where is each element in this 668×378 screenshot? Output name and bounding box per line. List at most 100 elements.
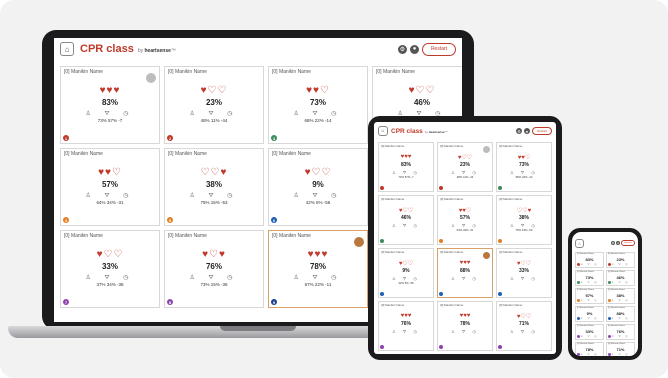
- metric-values: 68% 22% -14: [304, 118, 332, 123]
- manikin-name: [0] Manikin Name: [64, 69, 103, 75]
- profile-icon[interactable]: ●: [616, 241, 620, 245]
- station-badge: [498, 186, 502, 190]
- metric-icons: ♙ ⛛ ◷: [580, 317, 599, 320]
- manikin-card[interactable]: [0] Manikin Name 57% ♙ ⛛ ◷: [575, 288, 604, 304]
- app-title: CPR class: [391, 127, 423, 135]
- score-percent: 9%: [312, 180, 324, 189]
- metric-icons: ♙ ⛛ ◷: [611, 281, 630, 284]
- metric-values: 67% 22% -11: [304, 282, 332, 287]
- score-percent: 88%: [616, 311, 625, 316]
- metric-values: 75% 15% -53: [200, 200, 228, 205]
- manikin-card[interactable]: [0] Manikin Name 23% ♙ ⛛ ◷: [606, 252, 635, 268]
- manikin-card[interactable]: [0] Manikin Name 76% ♙ ⛛ ◷: [606, 324, 635, 340]
- metric-icons: ♙ ⛛ ◷: [293, 193, 343, 199]
- settings-icon[interactable]: ⚙: [611, 241, 615, 245]
- metric-icons: ♙ ⛛ ◷: [611, 317, 630, 320]
- metric-icons: ♙ ⛛ ◷: [189, 193, 239, 199]
- station-badge: [608, 263, 611, 266]
- manikin-card[interactable]: [0] Manikin Name ♥♥♡ 73% ♙ ⛛ ◷ 68% 22% -14 3: [268, 66, 368, 144]
- manikin-card[interactable]: [0] Manikin Name 38% ♙ ⛛ ◷: [606, 288, 635, 304]
- manikin-name: [0] Manikin Name: [577, 289, 595, 291]
- header-actions: ⚙ ● Restart: [611, 240, 635, 246]
- manikin-name: [0] Manikin Name: [608, 289, 626, 291]
- score-percent: 76%: [205, 262, 222, 271]
- manikin-card[interactable]: [0] Manikin Name ♥♥♡ 57% ♙ ⛛ ◷ 64% 34% -31: [437, 195, 493, 245]
- manikin-card[interactable]: [0] Manikin Name ♥♡♡ 9% ♙ ⛛ ◷ 42% 5% -56 6: [268, 148, 368, 226]
- metric-values: 73% 57% -7: [97, 118, 123, 123]
- app-header: ⌂ ⚙ ● Restart: [572, 236, 638, 250]
- score-percent: 46%: [413, 98, 430, 107]
- home-logo-icon[interactable]: ⌂: [60, 42, 74, 56]
- manikin-card[interactable]: [0] Manikin Name 88% ♙ ⛛ ◷: [606, 306, 635, 322]
- manikin-card[interactable]: [0] Manikin Name ♥♡♡ 33% ♙ ⛛ ◷: [496, 248, 552, 298]
- manikin-card[interactable]: [0] Manikin Name 78% ♙ ⛛ ◷: [575, 342, 604, 356]
- manikin-card[interactable]: [0] Manikin Name ♡♡♥ 38% ♙ ⛛ ◷ 75% 15% -53: [496, 195, 552, 245]
- station-badge: 6: [271, 217, 277, 223]
- manikin-card[interactable]: [0] Manikin Name ♥♡♡ 23% ♙ ⛛ ◷ 48% 11% -44: [437, 142, 493, 192]
- app-header: ⌂ CPR class by heartsense™ ⚙ ● Restart: [54, 38, 462, 60]
- manikin-card[interactable]: [0] Manikin Name ♥♥♡ 57% ♙ ⛛ ◷ 64% 34% -31 4: [60, 148, 160, 226]
- manikin-card[interactable]: [0] Manikin Name ♥♡♥ 76% ♙ ⛛ ◷ 73% 15% -36 8: [164, 230, 264, 308]
- manikin-card[interactable]: [0] Manikin Name ♥♥♥ 76% ♙ ⛛ ◷: [378, 301, 434, 351]
- station-badge: [608, 335, 611, 338]
- score-percent: 46%: [616, 275, 625, 280]
- heart-rating-icons: ♥♡♡: [304, 167, 332, 178]
- settings-icon[interactable]: ⚙: [516, 128, 522, 134]
- manikin-card[interactable]: [0] Manikin Name ♥♡♡ 33% ♙ ⛛ ◷ 37% 34% -38 7: [60, 230, 160, 308]
- metric-icons: ♙ ⛛ ◷: [510, 329, 538, 334]
- manikin-card[interactable]: [0] Manikin Name ♥♡♡ 9% ♙ ⛛ ◷ 42% 5% -56: [378, 248, 434, 298]
- station-badge: [577, 353, 580, 356]
- station-badge: 4: [63, 217, 69, 223]
- station-badge: [608, 317, 611, 320]
- heart-rating-icons: ♡♡♥: [516, 208, 532, 214]
- score-percent: 9%: [586, 311, 593, 316]
- manikin-card[interactable]: [0] Manikin Name ♥♥♥ 78% ♙ ⛛ ◷ 67% 22% -11 9: [268, 230, 368, 308]
- manikin-card[interactable]: [0] Manikin Name 9% ♙ ⛛ ◷: [575, 306, 604, 322]
- metric-values: 42% 5% -56: [305, 200, 331, 205]
- manikin-card[interactable]: [0] Manikin Name 71% ♙ ⛛ ◷: [606, 342, 635, 356]
- profile-icon[interactable]: ●: [524, 128, 530, 134]
- manikin-card[interactable]: [0] Manikin Name ♥♥♥ 83% ♙ ⛛ ◷ 73% 57% -7: [378, 142, 434, 192]
- manikin-name: [0] Manikin Name: [168, 233, 207, 239]
- score-percent: 73%: [585, 275, 594, 280]
- metric-icons: ♙ ⛛ ◷: [293, 275, 343, 281]
- manikin-card[interactable]: [0] Manikin Name 33% ♙ ⛛ ◷: [575, 324, 604, 340]
- score-percent: 73%: [309, 98, 326, 107]
- station-badge: 8: [167, 299, 173, 305]
- restart-button[interactable]: Restart: [621, 240, 635, 246]
- station-badge: [608, 281, 611, 284]
- manikin-card[interactable]: [0] Manikin Name 83% ♙ ⛛ ◷: [575, 252, 604, 268]
- manikin-card[interactable]: [0] Manikin Name 46% ♙ ⛛ ◷: [606, 270, 635, 286]
- manikin-card[interactable]: [0] Manikin Name ♥♥♥ 83% ♙ ⛛ ◷ 73% 57% -7 1: [60, 66, 160, 144]
- header-actions: ⚙ ● Restart: [398, 42, 456, 56]
- manikin-name: [0] Manikin Name: [440, 303, 464, 307]
- manikin-card[interactable]: [0] Manikin Name ♥♥♥ 78% ♙ ⛛ ◷: [437, 301, 493, 351]
- score-percent: 57%: [585, 293, 594, 298]
- manikin-card[interactable]: [0] Manikin Name ♥♥♡ 73% ♙ ⛛ ◷ 68% 22% -14: [496, 142, 552, 192]
- home-logo-icon[interactable]: ⌂: [378, 126, 388, 136]
- manikin-name: [0] Manikin Name: [577, 325, 595, 327]
- station-badge: [439, 292, 443, 296]
- phone-screen: ⌂ ⚙ ● Restart [0] Manikin Name 83% ♙ ⛛ ◷ [0…: [572, 232, 638, 356]
- metric-values: 75% 15% -53: [515, 228, 533, 232]
- station-badge: 1: [63, 135, 69, 141]
- manikin-card[interactable]: [0] Manikin Name ♥♡♡ 71% ♙ ⛛ ◷: [496, 301, 552, 351]
- restart-button[interactable]: Restart: [422, 42, 456, 56]
- score-percent: 71%: [616, 347, 625, 352]
- manikin-name: [0] Manikin Name: [608, 253, 626, 255]
- manikin-card[interactable]: [0] Manikin Name ♡♡♥ 38% ♙ ⛛ ◷ 75% 15% -53 5: [164, 148, 264, 226]
- heart-rating-icons: ♥♥♥: [400, 313, 412, 319]
- manikin-card[interactable]: [0] Manikin Name 73% ♙ ⛛ ◷: [575, 270, 604, 286]
- restart-button[interactable]: Restart: [532, 127, 552, 135]
- profile-icon[interactable]: ●: [410, 44, 419, 54]
- metric-icons: ♙ ⛛ ◷: [451, 276, 479, 281]
- header-actions: ⚙ ● Restart: [516, 127, 552, 135]
- manikin-card[interactable]: [0] Manikin Name ♥♡♡ 23% ♙ ⛛ ◷ 48% 11% -44 2: [164, 66, 264, 144]
- manikin-card[interactable]: [0] Manikin Name ♥♡♡ 46% ♙ ⛛ ◷: [378, 195, 434, 245]
- score-percent: 76%: [400, 321, 411, 327]
- manikin-card[interactable]: [0] Manikin Name ♥♥♥ 88% ♙ ⛛ ◷: [437, 248, 493, 298]
- home-logo-icon[interactable]: ⌂: [575, 238, 584, 248]
- manikin-name: [0] Manikin Name: [381, 144, 405, 148]
- settings-icon[interactable]: ⚙: [398, 44, 407, 54]
- manikin-name: [0] Manikin Name: [64, 233, 103, 239]
